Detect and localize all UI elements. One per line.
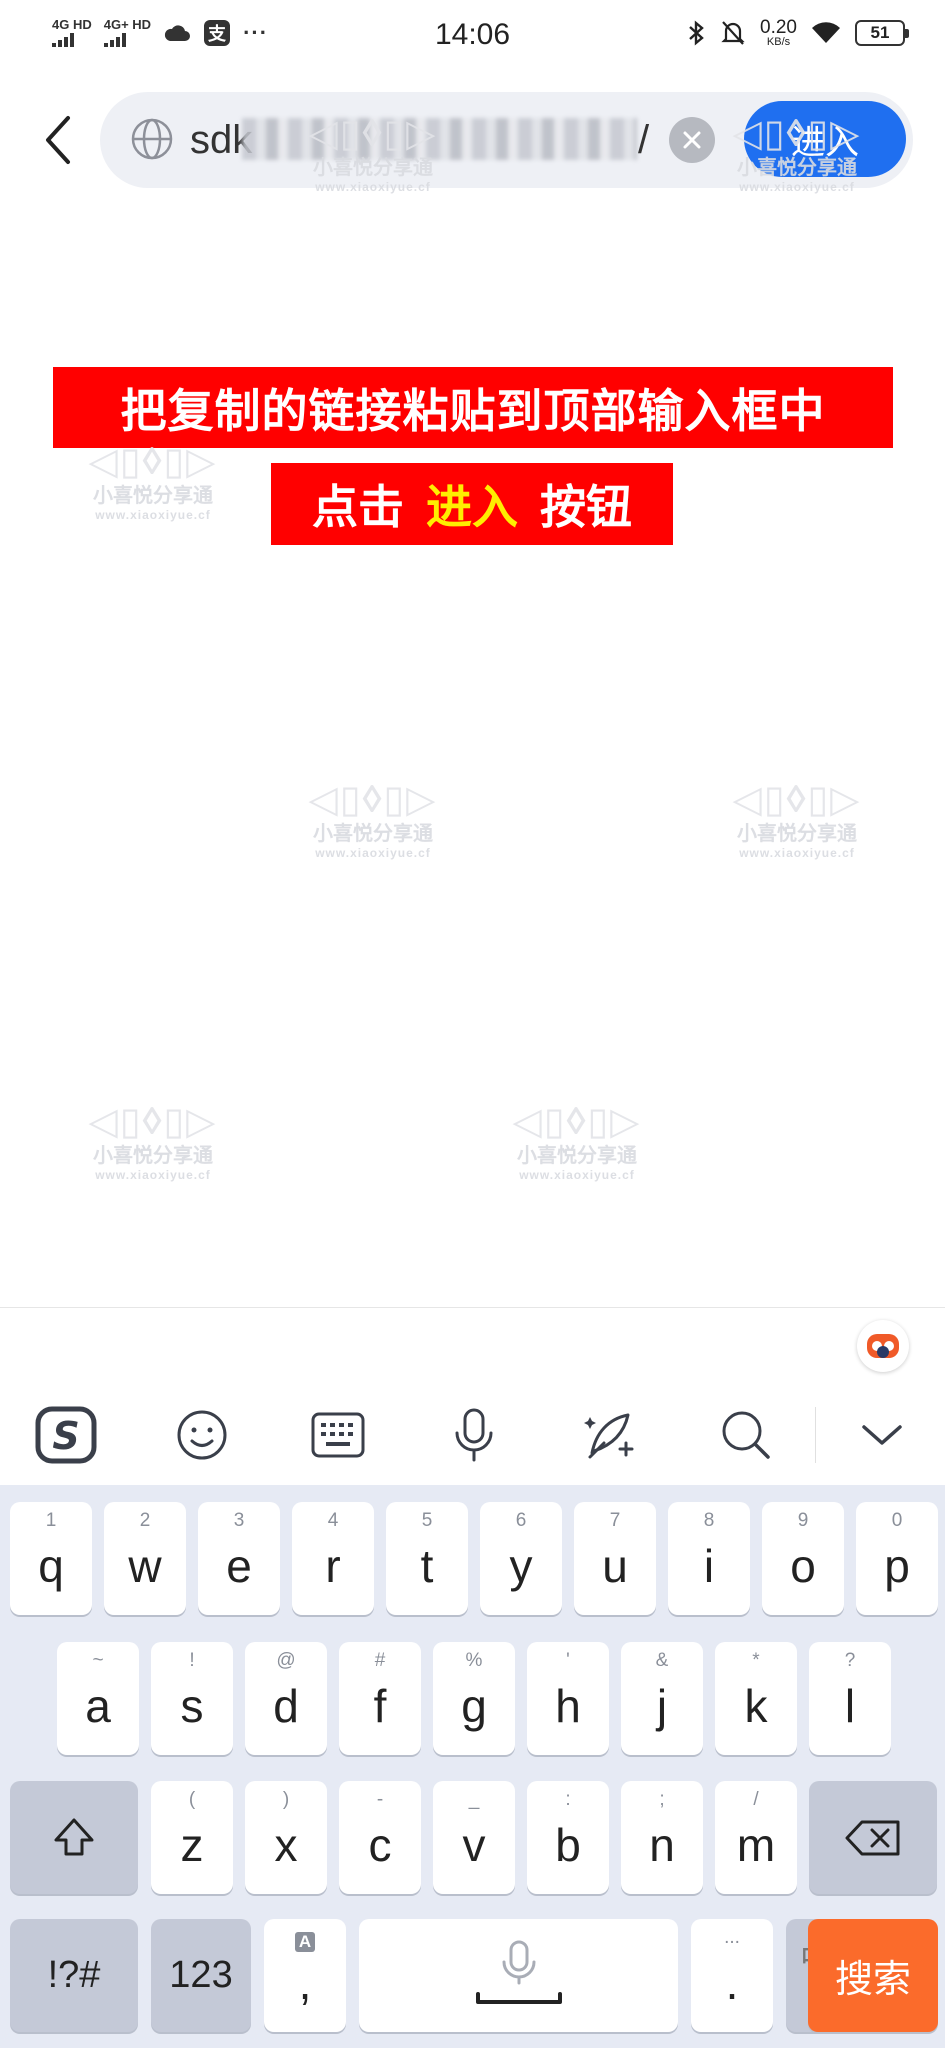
assistant-mascot-icon[interactable] <box>857 1320 909 1372</box>
wifi-icon <box>812 22 840 43</box>
key-e[interactable]: 3e <box>198 1502 280 1615</box>
clear-url-button[interactable] <box>669 117 715 163</box>
content-divider <box>0 1307 945 1308</box>
backspace-key[interactable] <box>809 1781 937 1894</box>
search-key[interactable]: 搜索 <box>808 1919 938 2032</box>
keyboard-toolbar: S <box>0 1385 945 1485</box>
key-i[interactable]: 8i <box>668 1502 750 1615</box>
watermark: ◁▯◊▯▷ 小喜悦分享通 www.xiaoxiyue.cf <box>68 1100 238 1182</box>
key-j[interactable]: & j <box>621 1642 703 1755</box>
comma-key[interactable]: A , <box>264 1919 346 2032</box>
shift-key[interactable] <box>10 1781 138 1894</box>
key-d[interactable]: @ d <box>245 1642 327 1755</box>
key-u[interactable]: 7u <box>574 1502 656 1615</box>
key-n[interactable]: ; n <box>621 1781 703 1894</box>
key-t[interactable]: 5t <box>386 1502 468 1615</box>
network-speed: 0.20 KB/s <box>760 17 797 48</box>
watermark-logo-icon: ◁▯◊▯▷ <box>512 1101 642 1143</box>
watermark: ◁▯◊▯▷ 小喜悦分享通 www.xiaoxiyue.cf <box>712 112 882 194</box>
key-r[interactable]: 4r <box>292 1502 374 1615</box>
key-k[interactable]: * k <box>715 1642 797 1755</box>
key-a[interactable]: ~ a <box>57 1642 139 1755</box>
status-right: 0.20 KB/s 51 <box>686 17 909 48</box>
key-c[interactable]: -c <box>339 1781 421 1894</box>
watermark: ◁▯◊▯▷ 小喜悦分享通 www.xiaoxiyue.cf <box>288 778 458 860</box>
globe-icon <box>131 118 173 160</box>
key-w[interactable]: 2w <box>104 1502 186 1615</box>
symbols-key[interactable]: !?# <box>10 1919 138 2032</box>
toolbar-separator <box>815 1407 816 1463</box>
instruction-banner-1: 把复制的链接粘贴到顶部输入框中 <box>53 367 893 448</box>
soft-keyboard: 1q 2w 3e 4r 5t 6y 7u 8i 9o 0p ~ a ! s @ d #… <box>0 1485 945 2048</box>
back-arrow-icon[interactable] <box>40 112 80 168</box>
sogou-logo-icon[interactable]: S <box>34 1403 98 1467</box>
numbers-key[interactable]: 123 <box>151 1919 251 2032</box>
watermark-logo-icon: ◁▯◊▯▷ <box>88 441 218 483</box>
bluetooth-icon <box>689 20 704 46</box>
key-v[interactable]: _ v <box>433 1781 515 1894</box>
space-key[interactable] <box>359 1919 678 2032</box>
mute-bell-icon <box>721 21 745 45</box>
close-icon <box>683 131 701 149</box>
battery-indicator: 51 <box>855 20 909 46</box>
watermark-logo-icon: ◁▯◊▯▷ <box>88 1101 218 1143</box>
key-p[interactable]: 0p <box>856 1502 938 1615</box>
period-key[interactable]: .... <box>691 1919 773 2032</box>
svg-text:S: S <box>52 1414 79 1458</box>
key-s[interactable]: ! s <box>151 1642 233 1755</box>
instruction-suffix: 按钮 <box>540 481 632 533</box>
watermark: ◁▯◊▯▷ 小喜悦分享通 www.xiaoxiyue.cf <box>492 1100 662 1182</box>
emoji-icon[interactable] <box>170 1403 234 1467</box>
key-l[interactable]: ? l <box>809 1642 891 1755</box>
status-bar: 4G HD 4G+ HD 支 ··· 14:06 0.20 KB/s 51 <box>0 0 945 76</box>
backspace-icon <box>845 1820 900 1855</box>
url-text-end: / <box>638 118 650 162</box>
watermark-logo-icon: ◁▯◊▯▷ <box>732 113 862 155</box>
instruction-highlight: 进入 <box>426 481 518 533</box>
key-o[interactable]: 9o <box>762 1502 844 1615</box>
keyboard-switch-icon[interactable] <box>306 1403 370 1467</box>
key-g[interactable]: % g <box>433 1642 515 1755</box>
shift-arrow-icon <box>54 1818 94 1855</box>
key-f[interactable]: # f <box>339 1642 421 1755</box>
watermark: ◁▯◊▯▷ 小喜悦分享通 www.xiaoxiyue.cf <box>68 440 238 522</box>
quill-pen-icon[interactable] <box>578 1403 642 1467</box>
microphone-icon[interactable] <box>442 1403 506 1467</box>
key-h[interactable]: ' h <box>527 1642 609 1755</box>
watermark: ◁▯◊▯▷ 小喜悦分享通 www.xiaoxiyue.cf <box>712 778 882 860</box>
key-m[interactable]: / m <box>715 1781 797 1894</box>
watermark: ◁▯◊▯▷ 小喜悦分享通 www.xiaoxiyue.cf <box>288 112 458 194</box>
collapse-keyboard-chevron-icon[interactable] <box>850 1403 914 1467</box>
instruction-prefix: 点击 <box>312 481 404 533</box>
caps-hint-icon: A <box>264 1931 346 1953</box>
key-b[interactable]: :b <box>527 1781 609 1894</box>
voice-space-icon <box>475 1940 562 2004</box>
key-x[interactable]: ) x <box>245 1781 327 1894</box>
watermark-logo-icon: ◁▯◊▯▷ <box>308 779 438 821</box>
key-y[interactable]: 6y <box>480 1502 562 1615</box>
watermark-logo-icon: ◁▯◊▯▷ <box>308 113 438 155</box>
search-icon[interactable] <box>714 1403 778 1467</box>
instruction-banner-2: 点击 进入 按钮 <box>271 463 673 545</box>
key-q[interactable]: 1q <box>10 1502 92 1615</box>
key-z[interactable]: (z <box>151 1781 233 1894</box>
watermark-logo-icon: ◁▯◊▯▷ <box>732 779 862 821</box>
